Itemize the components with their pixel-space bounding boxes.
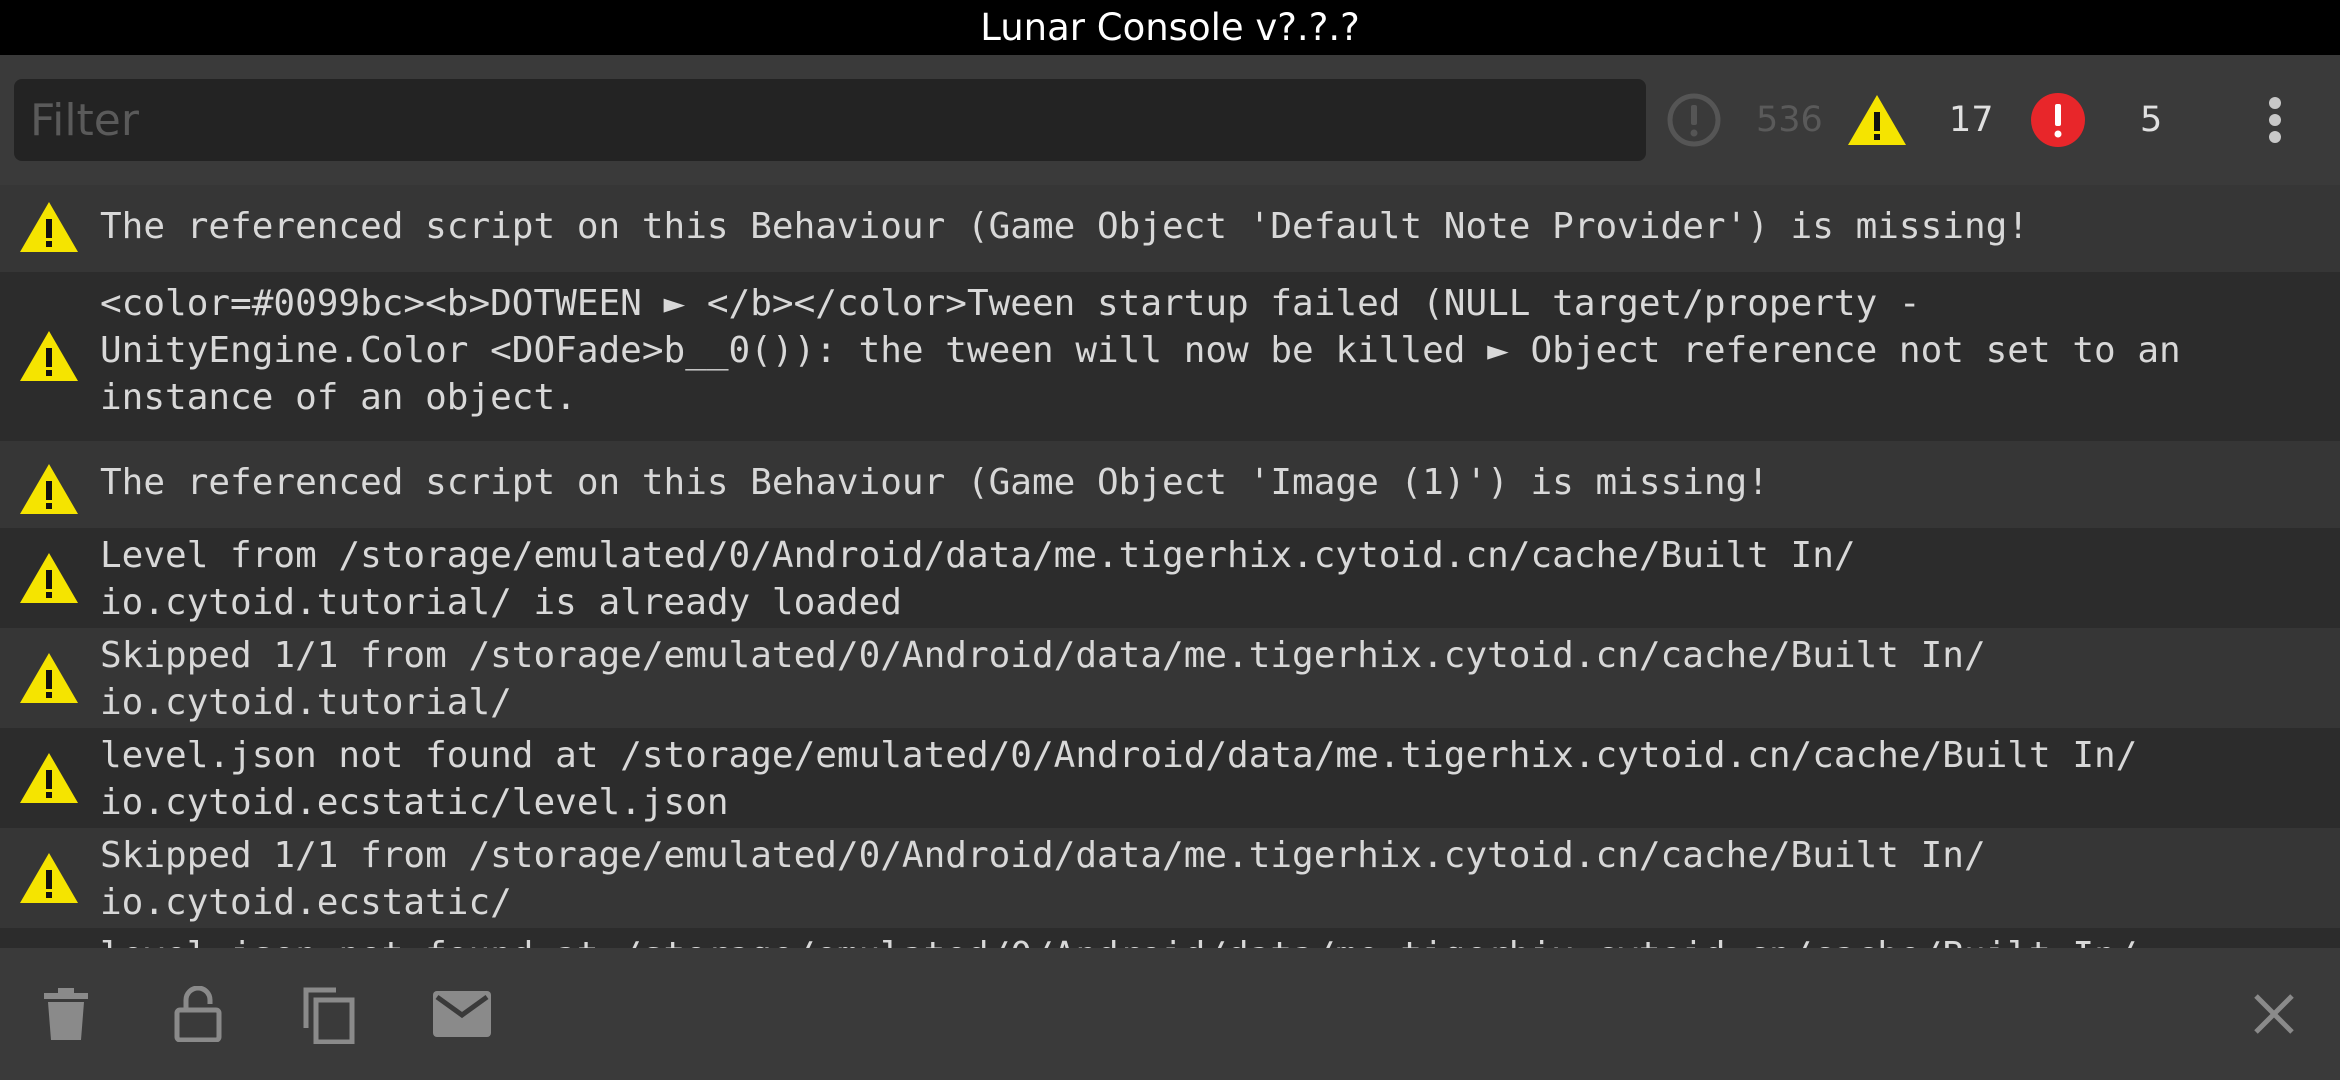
warning-triangle-icon <box>20 753 78 803</box>
lock-button[interactable] <box>166 982 230 1046</box>
log-count: 536 <box>1756 100 1823 140</box>
email-icon <box>433 991 491 1037</box>
log-message: Level from /storage/emulated/0/Android/d… <box>100 535 1856 623</box>
log-list[interactable]: The referenced script on this Behaviour … <box>0 185 2340 948</box>
warning-triangle-icon <box>20 202 78 252</box>
log-message: level.json not found at /storage/emulate… <box>100 735 2138 823</box>
info-circle-icon <box>1667 93 1721 147</box>
log-entry[interactable]: The referenced script on this Behaviour … <box>0 441 2340 528</box>
warning-count: 17 <box>1949 100 1994 140</box>
clear-button[interactable] <box>34 982 98 1046</box>
error-count: 5 <box>2140 100 2163 140</box>
warning-triangle-icon <box>20 853 78 903</box>
trash-icon <box>44 988 88 1040</box>
warning-triangle-icon <box>20 464 78 514</box>
warning-triangle-icon <box>20 553 78 603</box>
close-icon <box>2254 994 2294 1034</box>
toolbar: 536 17 5 <box>0 55 2340 185</box>
email-button[interactable] <box>430 982 494 1046</box>
warning-filter-toggle[interactable] <box>1846 55 1908 185</box>
log-message: The referenced script on this Behaviour … <box>100 206 2029 247</box>
bottom-toolbar <box>0 948 2340 1080</box>
error-circle-icon <box>2031 93 2085 147</box>
log-message: level.json not found at /storage/emulate… <box>100 932 2330 948</box>
log-entry[interactable]: Skipped 1/1 from /storage/emulated/0/And… <box>0 828 2340 928</box>
filter-input[interactable] <box>14 79 1646 161</box>
log-message: <color=#0099bc><b>DOTWEEN ► </b></color>… <box>100 283 2181 418</box>
menu-button[interactable] <box>2250 93 2300 147</box>
log-message: Skipped 1/1 from /storage/emulated/0/And… <box>100 835 1986 923</box>
copy-icon <box>303 987 355 1044</box>
warning-triangle-icon <box>20 331 78 381</box>
log-entry[interactable]: level.json not found at /storage/emulate… <box>0 728 2340 828</box>
log-entry[interactable]: <color=#0099bc><b>DOTWEEN ► </b></color>… <box>0 272 2340 441</box>
log-message: The referenced script on this Behaviour … <box>100 462 1769 503</box>
title-bar: Lunar Console v?.?.? <box>0 0 2340 55</box>
log-filter-toggle[interactable] <box>1666 55 1724 185</box>
log-entry[interactable]: Level from /storage/emulated/0/Android/d… <box>0 528 2340 628</box>
log-entry[interactable]: The referenced script on this Behaviour … <box>0 185 2340 272</box>
unlock-icon <box>174 986 222 1042</box>
log-entry[interactable]: level.json not found at /storage/emulate… <box>0 928 2340 948</box>
copy-button[interactable] <box>296 982 360 1046</box>
more-vertical-icon <box>2269 97 2281 143</box>
log-entry[interactable]: Skipped 1/1 from /storage/emulated/0/And… <box>0 628 2340 728</box>
log-message: Skipped 1/1 from /storage/emulated/0/And… <box>100 635 1986 723</box>
warning-triangle-icon <box>20 653 78 703</box>
warning-triangle-icon <box>1848 95 1906 145</box>
error-filter-toggle[interactable] <box>2030 55 2086 185</box>
window-title: Lunar Console v?.?.? <box>980 6 1360 49</box>
close-button[interactable] <box>2242 982 2306 1046</box>
